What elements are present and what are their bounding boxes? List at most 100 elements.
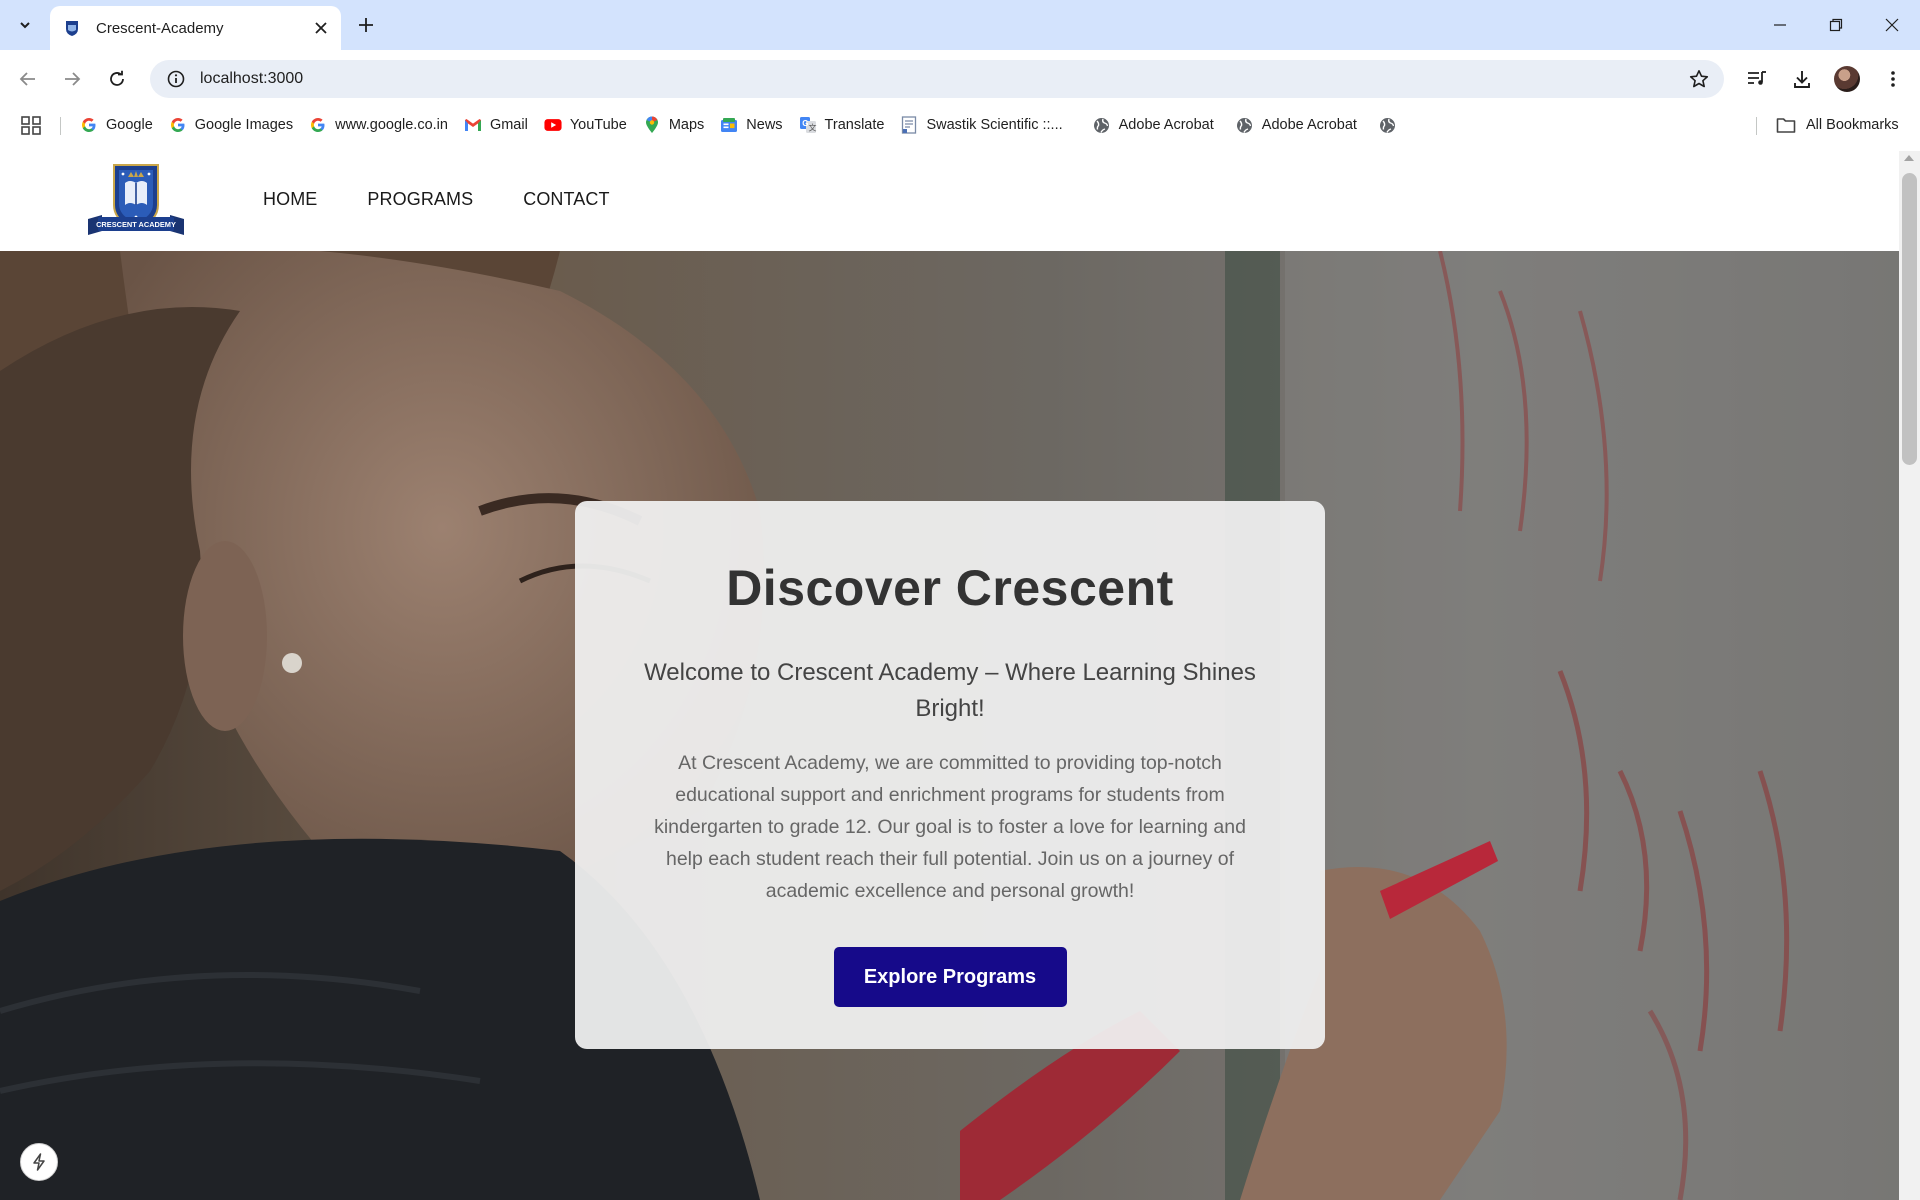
restore-icon: [1829, 18, 1843, 32]
academy-favicon-icon: [66, 21, 78, 36]
page-viewport: CRESCENT ACADEMY HOME PROGRAMS CONTACT D…: [0, 151, 1899, 1200]
bookmark-list: Google Google Images www.google.co.in Gm…: [72, 108, 1413, 142]
close-icon: [1885, 18, 1899, 32]
bookmark-google-images[interactable]: Google Images: [161, 111, 301, 139]
hero-description: At Crescent Academy, we are committed to…: [654, 752, 1246, 902]
url-text: localhost:3000: [200, 70, 304, 87]
browser-toolbar: localhost:3000: [0, 50, 1920, 108]
translate-icon: G文: [799, 116, 817, 134]
hero-card: Discover Crescent Welcome to Crescent Ac…: [575, 501, 1325, 1049]
scroll-up-arrow-icon[interactable]: [1904, 155, 1914, 161]
bookmark-youtube[interactable]: YouTube: [536, 111, 635, 139]
minimize-button[interactable]: [1752, 0, 1808, 50]
bookmark-label: Google Images: [194, 117, 294, 133]
apps-grid-icon[interactable]: [20, 115, 42, 135]
lightning-bolt-icon: [33, 1153, 45, 1171]
news-icon: [720, 116, 738, 134]
bookmark-adobe-acrobat-1[interactable]: Adobe Acrobat: [1085, 111, 1222, 139]
explore-programs-button[interactable]: Explore Programs: [833, 947, 1067, 1007]
download-icon: [1794, 71, 1810, 88]
bookmark-google-co-in[interactable]: www.google.co.in: [301, 111, 456, 139]
bookmark-swastik-scientific[interactable]: Swastik Scientific ::...: [892, 111, 1070, 139]
queue-music-icon: [1748, 71, 1766, 85]
tab-title: Crescent-Academy: [96, 19, 224, 37]
restore-button[interactable]: [1808, 0, 1864, 50]
star-icon: [1689, 70, 1709, 88]
gmail-icon: [464, 116, 482, 134]
media-controls-button[interactable]: [1741, 63, 1773, 95]
folder-icon: [1776, 118, 1796, 133]
browser-tab-strip: Crescent-Academy: [0, 0, 1920, 50]
profile-button[interactable]: [1831, 63, 1863, 95]
youtube-icon: [544, 116, 562, 134]
svg-text:文: 文: [808, 123, 816, 133]
site-header: CRESCENT ACADEMY HOME PROGRAMS CONTACT: [0, 151, 1899, 251]
bookmark-label: Maps: [668, 117, 705, 133]
dev-tools-button[interactable]: [20, 1143, 58, 1181]
google-g-icon: [80, 116, 98, 134]
bookmark-label: YouTube: [569, 117, 627, 133]
reload-icon: [110, 70, 124, 86]
tab-search-button[interactable]: [10, 11, 40, 39]
bookmark-label: Adobe Acrobat: [1261, 117, 1357, 133]
nav-contact[interactable]: CONTACT: [523, 189, 609, 210]
google-g-icon: [169, 116, 187, 134]
bookmark-untitled[interactable]: [1371, 111, 1413, 139]
logo-text: CRESCENT ACADEMY: [96, 220, 176, 229]
browser-menu-button[interactable]: [1877, 63, 1909, 95]
maps-pin-icon: [643, 116, 661, 134]
main-nav: HOME PROGRAMS CONTACT: [263, 189, 610, 210]
close-window-button[interactable]: [1864, 0, 1920, 50]
bookmark-adobe-acrobat-2[interactable]: Adobe Acrobat: [1228, 111, 1365, 139]
bookmarks-divider: [1756, 117, 1757, 135]
globe-icon: [1379, 116, 1397, 134]
profile-avatar: [1834, 66, 1860, 92]
new-tab-button[interactable]: [351, 11, 381, 39]
scrollbar-thumb[interactable]: [1902, 173, 1917, 465]
hero-title: Discover Crescent: [726, 560, 1174, 616]
bookmarks-divider: [60, 117, 61, 135]
bookmark-maps[interactable]: Maps: [635, 111, 712, 139]
bookmark-label: Adobe Acrobat: [1118, 117, 1214, 133]
close-icon: [315, 22, 327, 34]
globe-icon: [1093, 116, 1111, 134]
bookmark-label: News: [746, 117, 783, 133]
minimize-icon: [1774, 24, 1786, 26]
nav-home[interactable]: HOME: [263, 189, 317, 210]
bookmark-gmail[interactable]: Gmail: [456, 111, 536, 139]
bookmark-label: www.google.co.in: [335, 117, 448, 133]
window-controls: [1752, 0, 1920, 50]
bookmark-google[interactable]: Google: [72, 111, 161, 139]
plus-icon: [359, 18, 373, 32]
bookmark-news[interactable]: News: [712, 111, 790, 139]
more-vertical-icon: [1891, 71, 1895, 87]
reload-button[interactable]: [101, 63, 133, 95]
page-scrollbar[interactable]: [1899, 151, 1920, 1200]
crescent-academy-logo[interactable]: CRESCENT ACADEMY: [84, 161, 188, 241]
nav-programs[interactable]: PROGRAMS: [367, 189, 473, 210]
svg-text:G: G: [802, 119, 808, 128]
arrow-right-icon: [65, 72, 81, 86]
tab-close-button[interactable]: [307, 14, 335, 42]
arrow-left-icon: [19, 72, 35, 86]
bookmarks-bar: Google Google Images www.google.co.in Gm…: [0, 108, 1920, 142]
browser-tab-active[interactable]: Crescent-Academy: [50, 6, 341, 50]
downloads-button[interactable]: [1786, 63, 1818, 95]
forward-button[interactable]: [56, 63, 88, 95]
back-button[interactable]: [12, 63, 44, 95]
bookmark-label: Gmail: [489, 117, 528, 133]
info-icon: [167, 70, 185, 88]
bookmark-translate[interactable]: G文 Translate: [791, 111, 893, 139]
bookmark-label: Translate: [824, 117, 885, 133]
all-bookmarks-button[interactable]: All Bookmarks: [1770, 111, 1905, 139]
bookmark-label: Swastik Scientific ::...: [926, 117, 1063, 133]
document-icon: [900, 116, 918, 134]
address-bar[interactable]: localhost:3000: [150, 60, 1724, 98]
google-g-icon: [309, 116, 327, 134]
hero-section: Discover Crescent Welcome to Crescent Ac…: [0, 251, 1899, 1200]
chevron-down-icon: [20, 22, 30, 29]
all-bookmarks-label: All Bookmarks: [1806, 117, 1899, 133]
globe-icon: [1236, 116, 1254, 134]
site-info-button[interactable]: [156, 60, 196, 98]
bookmark-star-button[interactable]: [1680, 60, 1718, 98]
